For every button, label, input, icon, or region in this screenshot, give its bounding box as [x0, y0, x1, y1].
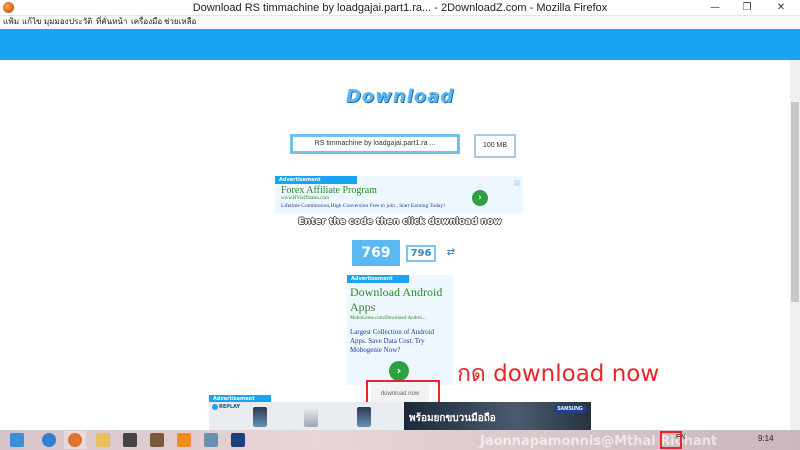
download-heading: Download	[345, 86, 455, 107]
phone-image	[253, 407, 267, 427]
menu-bar: แฟ้ม แก้ไข มุมมอง ประวัติ ที่คั่นหน้า เค…	[0, 16, 800, 29]
replay-label[interactable]: REPLAY	[219, 404, 240, 410]
app-icon	[123, 433, 137, 447]
site-nav-band	[0, 29, 800, 60]
ad-description: Largest Collection of Android Apps. Save…	[350, 328, 435, 354]
menu-edit[interactable]: แก้ไข	[22, 16, 42, 28]
close-button[interactable]: ✕	[764, 0, 798, 16]
ad-headline[interactable]: Download Android Apps	[350, 285, 452, 315]
taskbar-item-app[interactable]	[119, 431, 141, 449]
app-icon	[204, 433, 218, 447]
refresh-icon[interactable]: ⇄	[445, 247, 457, 259]
samsung-logo: SAMSUNG	[554, 405, 586, 413]
title-bar: Download RS timmachine by loadgajai.part…	[0, 0, 800, 16]
taskbar-item-ie[interactable]	[38, 431, 60, 449]
start-icon[interactable]	[10, 433, 24, 447]
adchoices-icon[interactable]	[514, 180, 520, 186]
ad-banner-text: พร้อมยกขบวนมือถือ	[409, 413, 496, 424]
taskbar-item-app[interactable]	[146, 431, 168, 449]
window-title: Download RS timmachine by loadgajai.part…	[192, 2, 608, 14]
tray-highlight-rectangle	[660, 431, 682, 449]
minimize-button[interactable]: —	[700, 0, 730, 16]
ie-icon	[42, 433, 56, 447]
scrollbar[interactable]	[790, 60, 800, 430]
taskbar-item-app[interactable]	[200, 431, 222, 449]
taskbar-item-photoshop[interactable]	[227, 431, 249, 449]
filename-box: RS timmachine by loadgajai.part1.ra ...	[290, 134, 460, 154]
replay-icon[interactable]	[212, 404, 218, 410]
advertisement-tag: Advertisement	[347, 275, 409, 283]
menu-bookmarks[interactable]: ที่คั่นหน้า	[96, 16, 127, 28]
advertisement-tag: Advertisement	[275, 176, 357, 184]
menu-history[interactable]: ประวัติ	[69, 16, 92, 28]
menu-tools[interactable]: เครื่องมือ	[131, 16, 162, 28]
ad-go-button[interactable]: ›	[389, 361, 409, 381]
maximize-button[interactable]: ❐	[732, 0, 762, 16]
ad-go-button[interactable]: ›	[472, 190, 488, 206]
app-icon	[150, 433, 164, 447]
phone-image	[304, 407, 318, 427]
ad-description: Lifetime Commission,High Conversion Free…	[281, 203, 446, 209]
firefox-icon	[68, 433, 82, 447]
instruction-text: Enter the code then click download now	[298, 217, 502, 227]
photoshop-icon	[231, 433, 245, 447]
folder-icon	[96, 433, 110, 447]
captcha-code: 769	[352, 240, 400, 266]
menu-help[interactable]: ช่วยเหลือ	[164, 16, 196, 28]
ad-url[interactable]: www.HYIeffStates.com	[281, 196, 329, 201]
filesize-box: 100 MB	[474, 134, 516, 158]
taskbar-item-firefox[interactable]	[64, 431, 86, 449]
menu-view[interactable]: มุมมอง	[44, 16, 69, 28]
taskbar-item-illustrator[interactable]	[173, 431, 195, 449]
captcha-input[interactable]: 796	[406, 245, 436, 262]
illustrator-icon	[177, 433, 191, 447]
menu-file[interactable]: แฟ้ม	[3, 16, 19, 28]
clock[interactable]: 9:14	[758, 434, 774, 443]
taskbar-item-explorer[interactable]	[92, 431, 114, 449]
annotation-text: กด download now	[457, 361, 660, 387]
ad-banner-samsung[interactable]: REPLAY พร้อมยกขบวนมือถือ SAMSUNG	[209, 402, 591, 430]
scrollbar-thumb[interactable]	[791, 102, 799, 302]
phone-image	[357, 407, 371, 427]
ad-url[interactable]: MoboGenie.com/Download-Androi...	[350, 316, 426, 321]
ad-headline[interactable]: Forex Affiliate Program	[281, 185, 377, 196]
